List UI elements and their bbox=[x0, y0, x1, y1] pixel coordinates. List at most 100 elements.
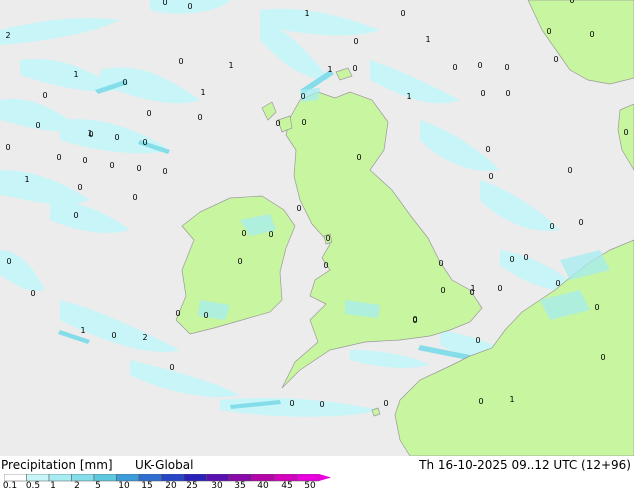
precip-value-label: 0 bbox=[73, 211, 78, 220]
precip-value-label: 0 bbox=[82, 156, 87, 165]
valid-time: Th 16-10-2025 09..12 UTC (12+96) bbox=[419, 458, 631, 472]
precip-value-label: 0 bbox=[162, 167, 167, 176]
precip-value-label: 1 bbox=[228, 61, 233, 70]
precip-value-label: 0 bbox=[325, 234, 330, 243]
footer-panel: Precipitation [mm] UK-Global Th 16-10-20… bbox=[0, 456, 634, 491]
precip-value-label: 0 bbox=[268, 230, 273, 239]
precip-value-label: 1 bbox=[509, 395, 514, 404]
precip-value-label: 0 bbox=[578, 218, 583, 227]
precip-value-label: 0 bbox=[504, 63, 509, 72]
precip-value-label: 0 bbox=[400, 9, 405, 18]
precip-value-label: 1 bbox=[80, 326, 85, 335]
map-title: Precipitation [mm] bbox=[1, 458, 113, 472]
precip-value-label: 0 bbox=[323, 261, 328, 270]
scale-swatch bbox=[251, 474, 275, 482]
precip-value-label: 0 bbox=[114, 133, 119, 142]
scale-swatch bbox=[183, 474, 207, 482]
scale-swatch bbox=[206, 474, 230, 482]
precip-value-label: 0 bbox=[5, 143, 10, 152]
precip-value-label: 0 bbox=[319, 400, 324, 409]
norway-landmass bbox=[527, 0, 634, 85]
precip-value-label: 0 bbox=[6, 257, 11, 266]
precip-value-label: 0 bbox=[452, 63, 457, 72]
precip-value-label: 0 bbox=[356, 153, 361, 162]
precip-value-label: 0 bbox=[440, 286, 445, 295]
precip-value-label: 1 bbox=[327, 65, 332, 74]
precip-value-label: 0 bbox=[475, 336, 480, 345]
precip-value-label: 0 bbox=[469, 288, 474, 297]
precip-value-label: 0 bbox=[412, 316, 417, 325]
scale-swatch bbox=[138, 474, 162, 482]
scale-swatch bbox=[93, 474, 117, 482]
precip-value-label: 0 bbox=[56, 153, 61, 162]
scale-swatch bbox=[296, 474, 320, 482]
precip-value-label: 0 bbox=[478, 397, 483, 406]
precip-value-label: 0 bbox=[569, 0, 574, 5]
scale-swatch bbox=[273, 474, 297, 482]
precip-value-label: 2 bbox=[142, 333, 147, 342]
precip-value-label: 0 bbox=[35, 121, 40, 130]
precip-value-label: 0 bbox=[111, 331, 116, 340]
precip-value-label: 0 bbox=[289, 399, 294, 408]
precip-value-label: 0 bbox=[497, 284, 502, 293]
precip-value-label: 0 bbox=[296, 204, 301, 213]
precip-value-label: 0 bbox=[567, 166, 572, 175]
scale-swatch bbox=[228, 474, 252, 482]
precip-value-label: 0 bbox=[241, 229, 246, 238]
denmark-landmass bbox=[617, 103, 634, 171]
land-layer bbox=[175, 0, 634, 456]
scale-swatch bbox=[116, 474, 140, 482]
precip-value-label: 0 bbox=[142, 138, 147, 147]
precip-value-label: 0 bbox=[477, 61, 482, 70]
scale-arrow-icon bbox=[319, 474, 331, 481]
model-name: UK-Global bbox=[135, 458, 194, 472]
precip-value-label: 0 bbox=[197, 113, 202, 122]
precip-value-label: 0 bbox=[42, 91, 47, 100]
forecast-frame: 0 0 0 0 2 1 0 1 0 0 1 0 1 0 1 0 0 0 0 0 0 1 0 0 1 0 0 0 0 0 0 0 0 0 1 0 0 0 0 0… bbox=[0, 0, 634, 491]
precip-value-label: 1 bbox=[406, 92, 411, 101]
precip-value-label: 0 bbox=[187, 2, 192, 11]
precip-value-label: 1 bbox=[200, 88, 205, 97]
precip-value-label: 1 bbox=[425, 35, 430, 44]
precip-value-label: 1 bbox=[24, 175, 29, 184]
precip-value-label: 0 bbox=[237, 257, 242, 266]
scale-swatch bbox=[4, 474, 27, 482]
precip-value-label: 0 bbox=[549, 222, 554, 231]
precip-value-label: 0 bbox=[162, 0, 167, 7]
precip-value-label: 0 bbox=[488, 172, 493, 181]
precip-value-label: 0 bbox=[485, 145, 490, 154]
precipitation-map[interactable]: 0 0 0 0 2 1 0 1 0 0 1 0 1 0 1 0 0 0 0 0 0 1 0 0 1 0 0 0 0 0 0 0 0 0 1 0 0 0 0 0… bbox=[0, 0, 634, 456]
precip-value-label: 0 bbox=[383, 399, 388, 408]
precip-value-label: 0 bbox=[438, 259, 443, 268]
hebrides-island bbox=[261, 101, 277, 121]
precip-value-label: 0 bbox=[505, 89, 510, 98]
orkney-island bbox=[335, 67, 353, 81]
precip-value-label: 0 bbox=[300, 92, 305, 101]
precip-value-label: 0 bbox=[122, 78, 127, 87]
precip-value-label: 0 bbox=[77, 183, 82, 192]
precip-value-label: 0 bbox=[523, 253, 528, 262]
precip-value-label: 0 bbox=[169, 363, 174, 372]
precip-value-label: 0 bbox=[623, 128, 628, 137]
precip-value-label: 0 bbox=[352, 64, 357, 73]
precip-value-label: 1 bbox=[87, 129, 92, 138]
precip-value-label: 0 bbox=[175, 309, 180, 318]
precip-value-label: 0 bbox=[136, 164, 141, 173]
precip-value-label: 0 bbox=[600, 353, 605, 362]
precip-value-label: 0 bbox=[132, 193, 137, 202]
precip-value-label: 1 bbox=[304, 9, 309, 18]
precip-value-label: 0 bbox=[109, 161, 114, 170]
precip-value-label: 0 bbox=[203, 311, 208, 320]
precip-value-label: 1 bbox=[73, 70, 78, 79]
map-svg: 0 0 0 0 2 1 0 1 0 0 1 0 1 0 1 0 0 0 0 0 0 1 0 0 1 0 0 0 0 0 0 0 0 0 1 0 0 0 0 0… bbox=[0, 0, 634, 456]
precip-value-label: 0 bbox=[509, 255, 514, 264]
precip-value-label: 0 bbox=[353, 37, 358, 46]
precip-value-label: 0 bbox=[146, 109, 151, 118]
scale-swatch bbox=[26, 474, 50, 482]
precip-value-label: 2 bbox=[5, 31, 10, 40]
ireland-landmass bbox=[175, 195, 296, 335]
precip-value-label: 0 bbox=[589, 30, 594, 39]
precip-value-label: 0 bbox=[594, 303, 599, 312]
scale-swatch bbox=[71, 474, 95, 482]
precip-value-label: 0 bbox=[30, 289, 35, 298]
